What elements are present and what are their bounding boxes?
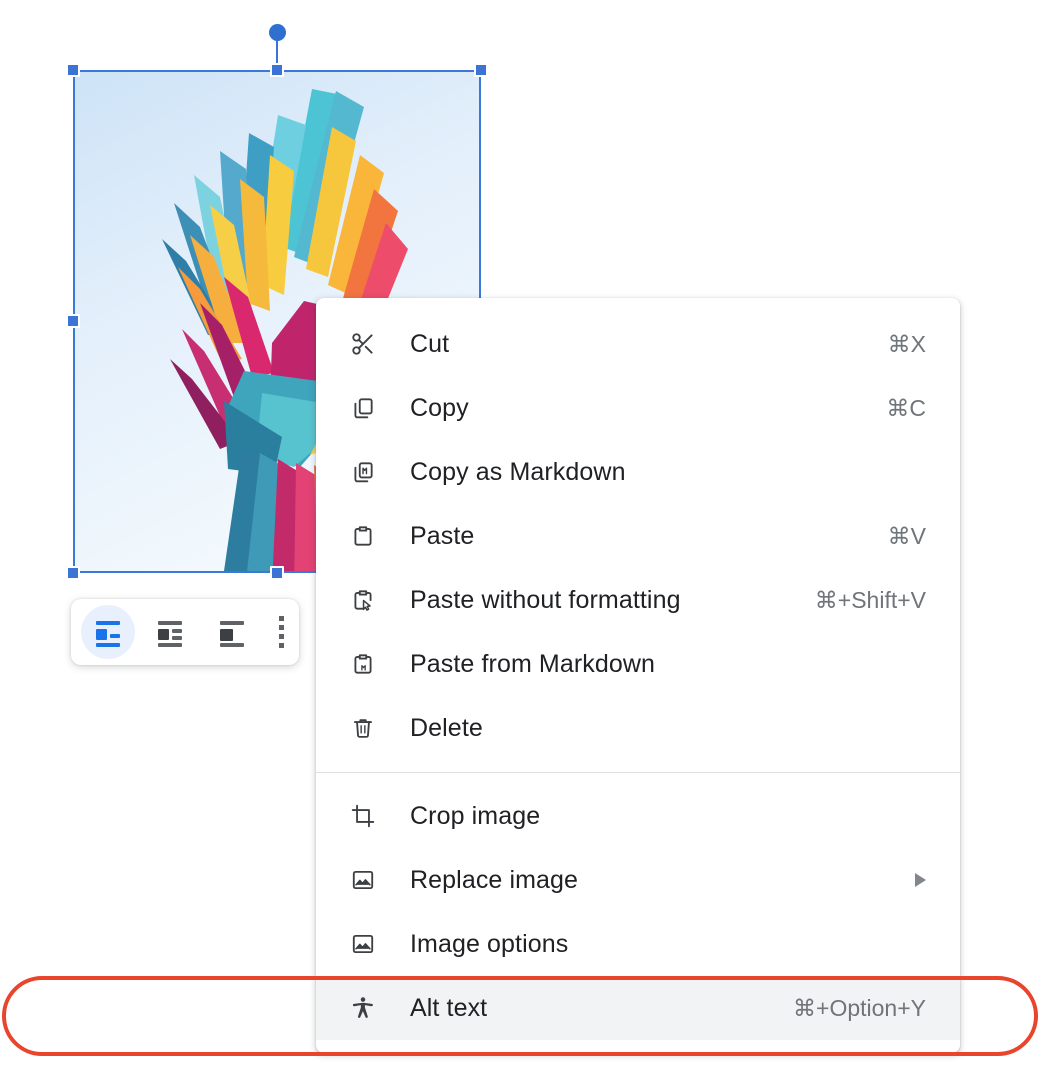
dot (278, 634, 284, 639)
submenu-arrow-icon (915, 873, 926, 887)
menu-item-label: Paste from Markdown (410, 649, 656, 678)
menu-item-replace-image[interactable]: Replace image (316, 848, 960, 912)
trash-icon (346, 711, 380, 745)
menu-item-shortcut: ⌘C (886, 394, 926, 421)
dot (278, 643, 284, 648)
menu-item-delete[interactable]: Delete (316, 696, 960, 760)
image-context-menu: Cut ⌘X Copy ⌘C Copy as Markdown Paste ⌘V… (316, 298, 960, 1053)
resize-handle-top-center[interactable] (270, 63, 284, 77)
menu-item-copy[interactable]: Copy ⌘C (316, 376, 960, 440)
menu-item-shortcut: ⌘X (887, 330, 926, 357)
image-icon (346, 927, 380, 961)
menu-item-cut[interactable]: Cut ⌘X (316, 312, 960, 376)
resize-handle-top-right[interactable] (474, 63, 488, 77)
menu-item-label: Image options (410, 929, 569, 958)
resize-handle-top-left[interactable] (66, 63, 80, 77)
break-text-icon (155, 620, 185, 647)
menu-item-label: Crop image (410, 801, 541, 830)
image-icon (346, 863, 380, 897)
menu-item-paste-from-markdown[interactable]: Paste from Markdown (316, 632, 960, 696)
dot (278, 625, 284, 630)
wrap-option-wrap-text[interactable] (81, 605, 135, 659)
menu-item-label: Copy (410, 393, 469, 422)
menu-item-alt-text[interactable]: Alt text ⌘+Option+Y (316, 976, 960, 1040)
resize-handle-middle-left[interactable] (66, 314, 80, 328)
menu-item-shortcut: ⌘+Option+Y (793, 994, 926, 1021)
menu-item-label: Copy as Markdown (410, 457, 626, 486)
menu-item-label: Replace image (410, 865, 579, 894)
menu-item-label: Paste without formatting (410, 585, 681, 614)
accessibility-icon (346, 991, 380, 1025)
copy-markdown-icon (346, 455, 380, 489)
wrap-option-behind-text[interactable] (205, 605, 259, 659)
menu-item-image-options[interactable]: Image options (316, 912, 960, 976)
copy-icon (346, 391, 380, 425)
menu-item-crop-image[interactable]: Crop image (316, 784, 960, 848)
paste-markdown-icon (346, 647, 380, 681)
menu-item-label: Cut (410, 329, 450, 358)
menu-item-label: Delete (410, 713, 483, 742)
wrap-option-break-text[interactable] (143, 605, 197, 659)
crop-icon (346, 799, 380, 833)
behind-text-icon (217, 620, 247, 647)
clipboard-icon (346, 519, 380, 553)
wrap-text-icon (93, 620, 123, 647)
menu-item-paste-without-formatting[interactable]: Paste without formatting ⌘+Shift+V (316, 568, 960, 632)
menu-item-shortcut: ⌘+Shift+V (814, 586, 926, 613)
menu-bottom-divider (316, 1052, 960, 1053)
resize-handle-bottom-left[interactable] (66, 566, 80, 580)
menu-item-label: Paste (410, 521, 475, 550)
menu-item-label: Alt text (410, 993, 488, 1022)
menu-section-divider (316, 772, 960, 773)
screen: Cut ⌘X Copy ⌘C Copy as Markdown Paste ⌘V… (0, 0, 1040, 1086)
scissors-icon (346, 327, 380, 361)
more-options-icon[interactable] (269, 605, 293, 659)
menu-item-shortcut: ⌘V (887, 522, 926, 549)
rotation-handle[interactable] (269, 24, 286, 41)
paste-plain-icon (346, 583, 380, 617)
menu-item-paste[interactable]: Paste ⌘V (316, 504, 960, 568)
menu-item-copy-as-markdown[interactable]: Copy as Markdown (316, 440, 960, 504)
resize-handle-bottom-center[interactable] (270, 566, 284, 580)
image-wrap-toolbar (71, 599, 299, 665)
dot (278, 616, 284, 621)
